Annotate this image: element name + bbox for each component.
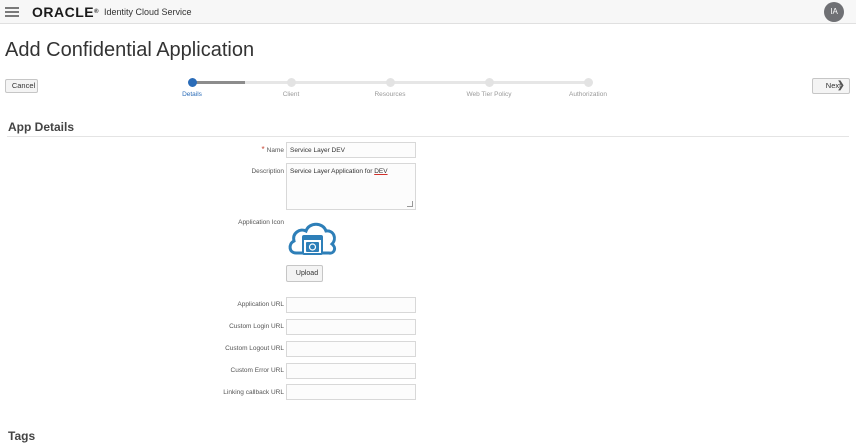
upload-button[interactable]: Upload xyxy=(286,265,323,282)
next-button[interactable]: Next ❯ xyxy=(812,78,850,94)
required-marker: * xyxy=(261,145,265,154)
custom-login-url-label: Custom Login URL xyxy=(229,323,284,330)
app-details-heading: App Details xyxy=(8,120,75,134)
tags-heading: Tags xyxy=(8,429,36,443)
train-label-web-tier-policy[interactable]: Web Tier Policy xyxy=(449,91,529,99)
top-bar: ORACLE® Identity Cloud Service IA xyxy=(0,0,856,24)
train-stop-web-tier-policy[interactable] xyxy=(485,78,494,87)
custom-error-url-label: Custom Error URL xyxy=(230,367,284,374)
cloud-application-icon xyxy=(288,222,337,255)
linking-callback-url-input[interactable] xyxy=(286,384,416,400)
train-stop-client[interactable] xyxy=(287,78,296,87)
custom-login-url-input[interactable] xyxy=(286,319,416,335)
application-icon-label: Application Icon xyxy=(238,219,284,226)
train-label-client[interactable]: Client xyxy=(251,91,331,99)
description-textarea[interactable]: Service Layer Application for DEV xyxy=(286,163,416,210)
application-url-input[interactable] xyxy=(286,297,416,313)
name-label-text: Name xyxy=(266,147,284,154)
train-stop-resources[interactable] xyxy=(386,78,395,87)
custom-error-url-input[interactable] xyxy=(286,363,416,379)
product-name: Identity Cloud Service xyxy=(104,7,192,17)
custom-logout-url-input[interactable] xyxy=(286,341,416,357)
user-avatar[interactable]: IA xyxy=(824,2,844,22)
train-track-line xyxy=(245,81,587,84)
section-divider xyxy=(7,136,849,137)
application-url-label: Application URL xyxy=(237,301,284,308)
description-text: Service Layer Application for xyxy=(290,168,375,175)
chevron-right-icon: ❯ xyxy=(836,80,845,91)
train-stop-details[interactable] xyxy=(188,78,197,87)
resize-grip-icon[interactable] xyxy=(407,201,413,207)
train-label-details[interactable]: Details xyxy=(152,91,232,99)
page-title: Add Confidential Application xyxy=(5,39,255,61)
train-label-resources[interactable]: Resources xyxy=(350,91,430,99)
cancel-button[interactable]: Cancel xyxy=(5,79,38,93)
name-input[interactable]: Service Layer DEV xyxy=(286,142,416,158)
train-label-authorization[interactable]: Authorization xyxy=(548,91,628,99)
oracle-logo: ORACLE® xyxy=(32,4,100,20)
train-progress-line xyxy=(196,81,245,84)
description-text-underlined: DEV xyxy=(374,168,388,175)
custom-logout-url-label: Custom Logout URL xyxy=(225,345,284,352)
train-stop-authorization[interactable] xyxy=(584,78,593,87)
name-label: * Name xyxy=(134,146,284,155)
hamburger-menu-icon[interactable] xyxy=(5,5,19,19)
linking-callback-url-label: Linking callback URL xyxy=(223,389,284,396)
description-label: Description xyxy=(251,168,284,175)
